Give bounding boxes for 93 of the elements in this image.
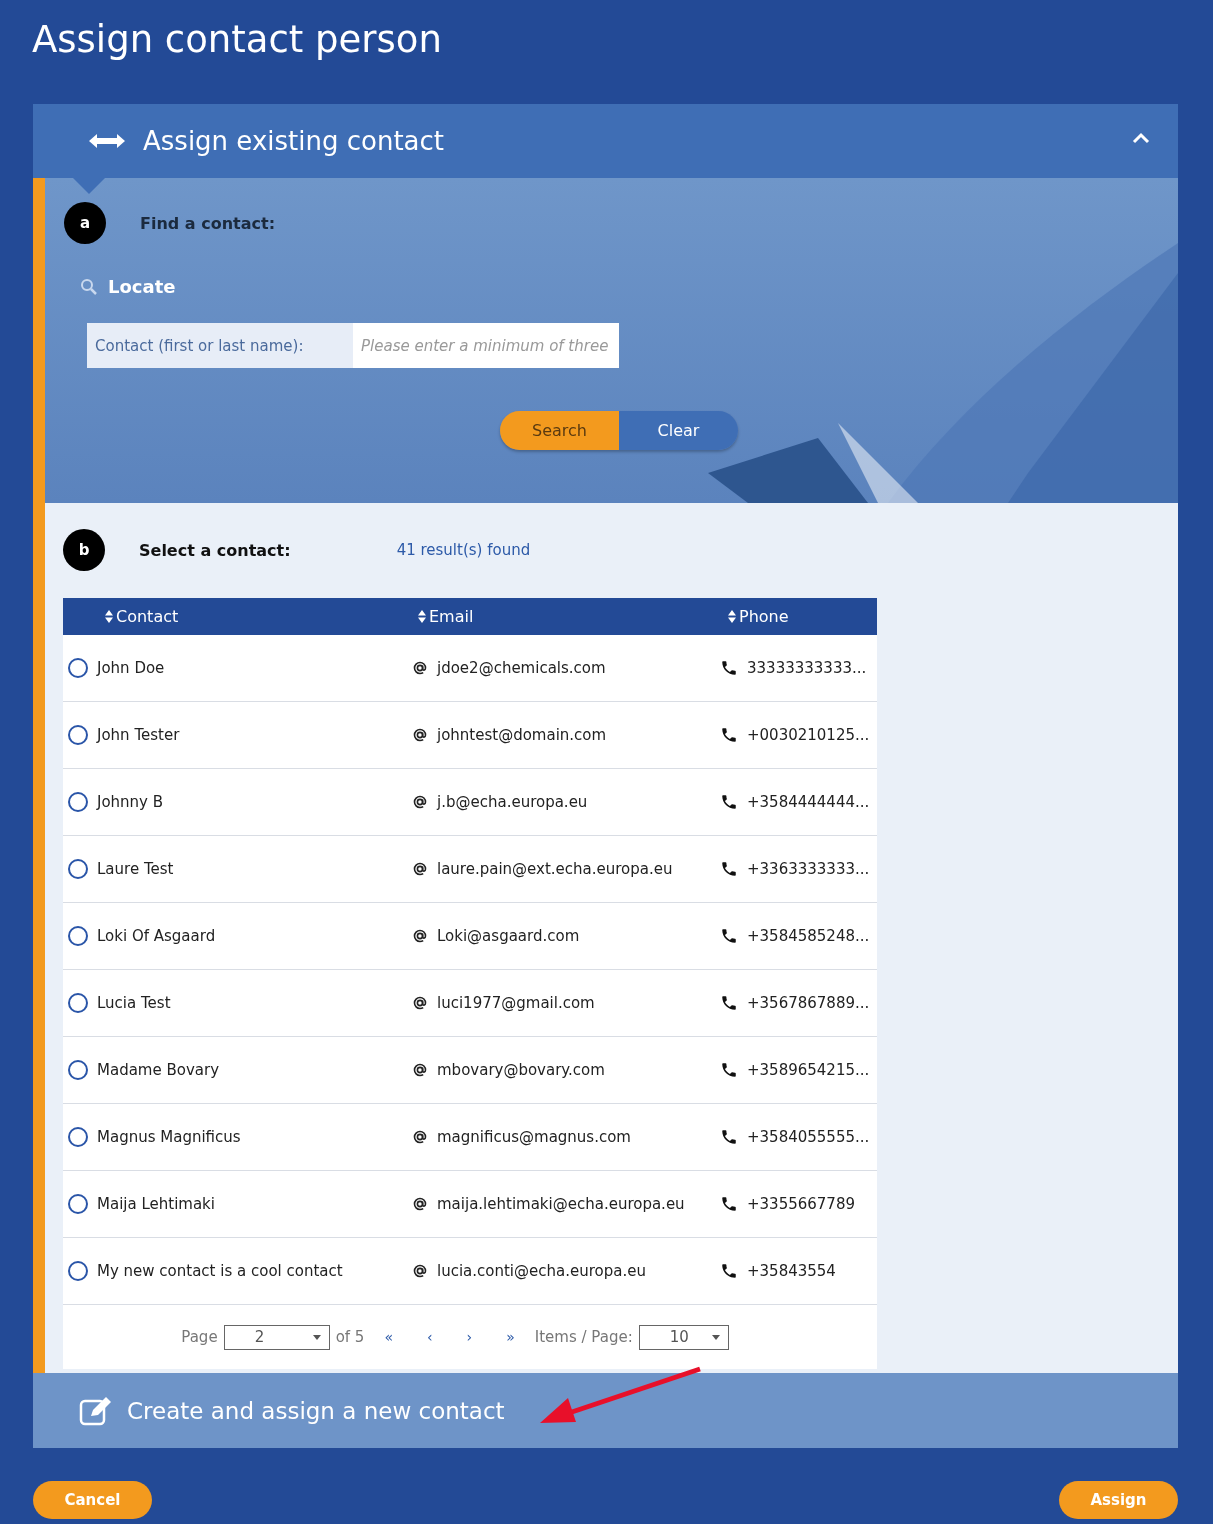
chevron-icon[interactable] [1132, 132, 1150, 144]
radio-button[interactable] [68, 658, 88, 678]
email-text: mbovary@bovary.com [437, 1061, 605, 1079]
radio-button[interactable] [68, 725, 88, 745]
contact-name: Loki Of Asgaard [97, 927, 216, 945]
items-per-page-label: Items / Page: [534, 1328, 633, 1346]
email-text: laure.pain@ext.echa.europa.eu [437, 860, 673, 878]
at-sign-icon [412, 1062, 428, 1078]
phone-icon [720, 994, 738, 1012]
phone-number: +3567867889... [747, 994, 870, 1012]
email-text: magnificus@magnus.com [437, 1128, 631, 1146]
phone-icon [720, 1262, 738, 1280]
radio-button[interactable] [68, 792, 88, 812]
edit-icon [79, 1395, 113, 1426]
phone-icon [720, 1128, 738, 1146]
at-sign-icon [412, 1129, 428, 1145]
email-text: johntest@domain.com [437, 726, 607, 744]
contact-name: John Tester [97, 726, 180, 744]
phone-icon [720, 1195, 738, 1213]
contact-name: Laure Test [97, 860, 174, 878]
select-label: Select a contact: [139, 540, 291, 560]
contact-name: John Doe [97, 659, 165, 677]
radio-button[interactable] [68, 1060, 88, 1080]
contact-name: Johnny B [97, 793, 164, 811]
step-badge: b [63, 529, 105, 571]
section-header[interactable]: Assign existing contact [33, 104, 1178, 178]
results-count: 41 result(s) found [396, 541, 531, 559]
radio-button[interactable] [68, 1127, 88, 1147]
column-header[interactable]: Phone [720, 607, 877, 626]
first-page-button[interactable]: « [370, 1329, 407, 1345]
phone-icon [720, 1061, 738, 1079]
radio-button[interactable] [68, 1194, 88, 1214]
caret-icon [312, 1334, 321, 1340]
phone-number: +3363333333... [747, 860, 870, 878]
phone-number: +3584444444... [747, 793, 870, 811]
email-text: luci1977@gmail.com [437, 994, 595, 1012]
phone-icon [720, 860, 738, 878]
clear-button[interactable]: Clear [619, 411, 738, 450]
items-per-page-dropdown[interactable]: 10 [638, 1324, 729, 1350]
at-sign-icon [412, 794, 428, 810]
email-text: j.b@echa.europa.eu [437, 793, 588, 811]
phone-number: +35843554 [747, 1262, 836, 1280]
column-header[interactable]: Contact [63, 607, 408, 626]
section-title: Assign existing contact [143, 126, 444, 156]
last-page-button[interactable]: » [492, 1329, 529, 1345]
email-text: maija.lehtimaki@echa.europa.eu [437, 1195, 685, 1213]
at-sign-icon [412, 727, 428, 743]
contact-name: Lucia Test [97, 994, 171, 1012]
next-page-button[interactable]: › [452, 1329, 487, 1345]
radio-button[interactable] [68, 993, 88, 1013]
phone-icon [720, 659, 738, 677]
column-header[interactable]: Email [408, 607, 720, 626]
email-text: lucia.conti@echa.europa.eu [437, 1262, 646, 1280]
search-icon [80, 277, 98, 296]
phone-number: +3584055555... [747, 1128, 870, 1146]
sort-icon [105, 610, 113, 623]
at-sign-icon [412, 861, 428, 877]
page-count: of 5 [335, 1328, 365, 1346]
locate-label: Locate [108, 276, 176, 297]
step-badge: a [64, 202, 106, 244]
phone-number: +3589654215... [747, 1061, 870, 1079]
email-text: jdoe2@chemicals.com [437, 659, 606, 677]
create-contact-title: Create and assign a new contact [127, 1397, 505, 1424]
phone-icon [720, 927, 738, 945]
at-sign-icon [412, 660, 428, 676]
phone-number: +3584585248... [747, 927, 870, 945]
contact-name: Maija Lehtimaki [97, 1195, 215, 1213]
contact-name: Madame Bovary [97, 1061, 220, 1079]
at-sign-icon [412, 1196, 428, 1212]
phone-icon [720, 726, 738, 744]
previous-page-button[interactable]: ‹ [413, 1329, 447, 1345]
double-arrow-icon [89, 134, 125, 148]
phone-number: +3355667789 [747, 1195, 855, 1213]
page-dropdown[interactable]: 2 [223, 1324, 330, 1350]
find-label: Find a contact: [140, 213, 276, 233]
phone-number: 33333333333... [747, 659, 867, 677]
contact-name: My new contact is a cool contact [97, 1262, 343, 1280]
radio-button[interactable] [68, 1261, 88, 1281]
radio-button[interactable] [68, 859, 88, 879]
search-button[interactable]: Search [500, 411, 619, 450]
sort-icon [418, 610, 426, 623]
email-text: Loki@asgaard.com [437, 927, 580, 945]
sort-icon [728, 610, 736, 623]
contact-name: Magnus Magnificus [97, 1128, 241, 1146]
at-sign-icon [412, 1263, 428, 1279]
at-sign-icon [412, 995, 428, 1011]
at-sign-icon [412, 928, 428, 944]
phone-icon [720, 793, 738, 811]
page-label: Page [181, 1328, 218, 1346]
caret-icon [711, 1334, 720, 1340]
phone-number: +0030210125... [747, 726, 870, 744]
radio-button[interactable] [68, 926, 88, 946]
window-title: Assign contact person [32, 18, 442, 61]
